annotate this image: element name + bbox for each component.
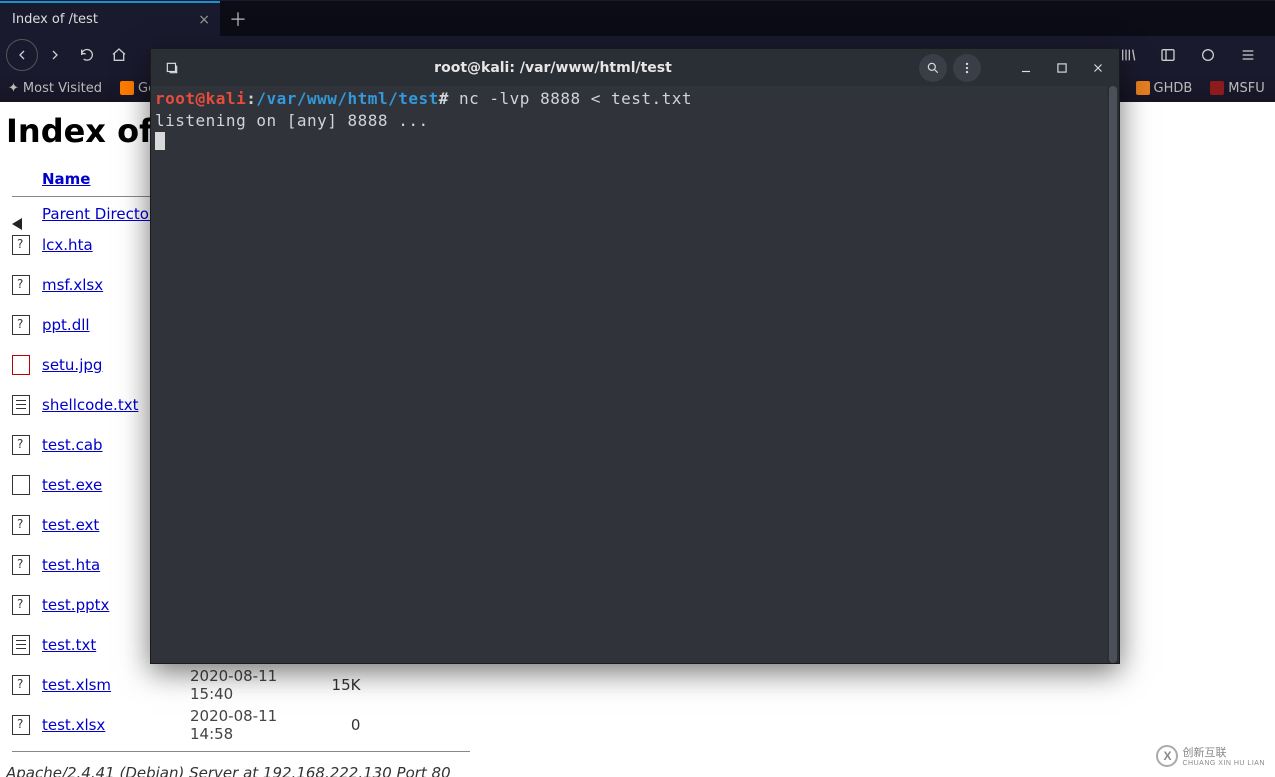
prompt-path: /var/www/html/test (256, 89, 438, 108)
ghdb-icon (1136, 81, 1150, 95)
terminal-body[interactable]: root@kali:/var/www/html/test# nc -lvp 88… (151, 86, 1119, 663)
file-size: 15K (316, 665, 366, 705)
file-icon (12, 515, 30, 535)
sidebar-icon[interactable] (1153, 40, 1183, 70)
close-tab-icon[interactable]: × (198, 12, 210, 28)
search-button[interactable] (919, 54, 947, 82)
minimize-button[interactable] (1011, 53, 1041, 83)
new-tab-icon[interactable] (157, 53, 187, 83)
file-link[interactable]: shellcode.txt (42, 396, 138, 414)
file-icon (12, 435, 30, 455)
file-icon (12, 395, 30, 415)
file-link[interactable]: msf.xlsx (42, 276, 103, 294)
terminal-titlebar[interactable]: root@kali: /var/www/html/test (151, 49, 1119, 86)
file-link[interactable]: test.xlsx (42, 716, 105, 734)
file-link[interactable]: lcx.hta (42, 236, 93, 254)
browser-tabstrip: Index of /test × ＋ (0, 0, 1275, 36)
file-icon (12, 235, 30, 255)
watermark: X 创新互联 CHUANG XIN HU LIAN (1156, 744, 1265, 767)
terminal-command: nc -lvp 8888 < test.txt (449, 89, 692, 108)
file-icon (12, 315, 30, 335)
bookmark-most-visited[interactable]: ✦ Most Visited (8, 81, 102, 96)
reload-button[interactable] (72, 40, 102, 70)
watermark-logo-icon: X (1156, 745, 1178, 767)
tab-title: Index of /test (12, 12, 98, 27)
close-button[interactable] (1083, 53, 1113, 83)
watermark-name: 创新互联 (1182, 744, 1265, 760)
file-link[interactable]: test.ext (42, 516, 99, 534)
menu-button[interactable] (1233, 40, 1263, 70)
file-icon (12, 715, 30, 735)
msfu-icon (1210, 81, 1224, 95)
terminal-scrollbar[interactable] (1107, 86, 1119, 663)
watermark-sub: CHUANG XIN HU LIAN (1182, 760, 1265, 767)
menu-button[interactable] (953, 54, 981, 82)
server-signature: Apache/2.4.41 (Debian) Server at 192.168… (6, 764, 1269, 777)
protection-icon[interactable] (1193, 40, 1223, 70)
maximize-button[interactable] (1047, 53, 1077, 83)
star-icon: ✦ (8, 81, 19, 96)
terminal-output: listening on [any] 8888 ... (155, 111, 429, 130)
file-link[interactable]: test.txt (42, 636, 96, 654)
firefox-icon (120, 81, 134, 95)
browser-tab[interactable]: Index of /test × (0, 1, 220, 36)
file-icon (12, 355, 30, 375)
file-icon (12, 675, 30, 695)
file-icon (12, 475, 30, 495)
bookmark-ghdb[interactable]: GHDB (1136, 81, 1193, 96)
table-row: test.xlsm 2020-08-11 15:4015K (6, 665, 476, 705)
forward-button[interactable] (40, 40, 70, 70)
file-link[interactable]: ppt.dll (42, 316, 90, 334)
file-link[interactable]: test.cab (42, 436, 103, 454)
file-icon (12, 275, 30, 295)
file-icon (12, 555, 30, 575)
terminal-window[interactable]: root@kali: /var/www/html/test root@kali:… (150, 48, 1120, 664)
file-link[interactable]: setu.jpg (42, 356, 102, 374)
file-link[interactable]: test.hta (42, 556, 100, 574)
file-modified: 2020-08-11 15:40 (184, 665, 316, 705)
file-link[interactable]: test.exe (42, 476, 102, 494)
cursor-icon (155, 132, 165, 150)
file-icon (12, 635, 30, 655)
prompt-hash: # (439, 89, 449, 108)
new-tab-button[interactable]: ＋ (220, 1, 256, 36)
terminal-title: root@kali: /var/www/html/test (193, 60, 913, 76)
table-row: test.xlsx 2020-08-11 14:580 (6, 705, 476, 745)
prompt-user: root@kali (155, 89, 246, 108)
file-size: 0 (316, 705, 366, 745)
file-icon (12, 595, 30, 615)
col-name[interactable]: Name (42, 170, 90, 188)
prompt-sep: : (246, 89, 256, 108)
file-link[interactable]: test.pptx (42, 596, 109, 614)
file-modified: 2020-08-11 14:58 (184, 705, 316, 745)
file-link[interactable]: test.xlsm (42, 676, 111, 694)
back-button[interactable] (6, 39, 38, 71)
scrollbar-thumb[interactable] (1109, 86, 1117, 663)
home-button[interactable] (104, 40, 134, 70)
bookmark-msfu[interactable]: MSFU (1210, 81, 1264, 96)
parent-dir-link[interactable]: Parent Directory (42, 205, 164, 223)
